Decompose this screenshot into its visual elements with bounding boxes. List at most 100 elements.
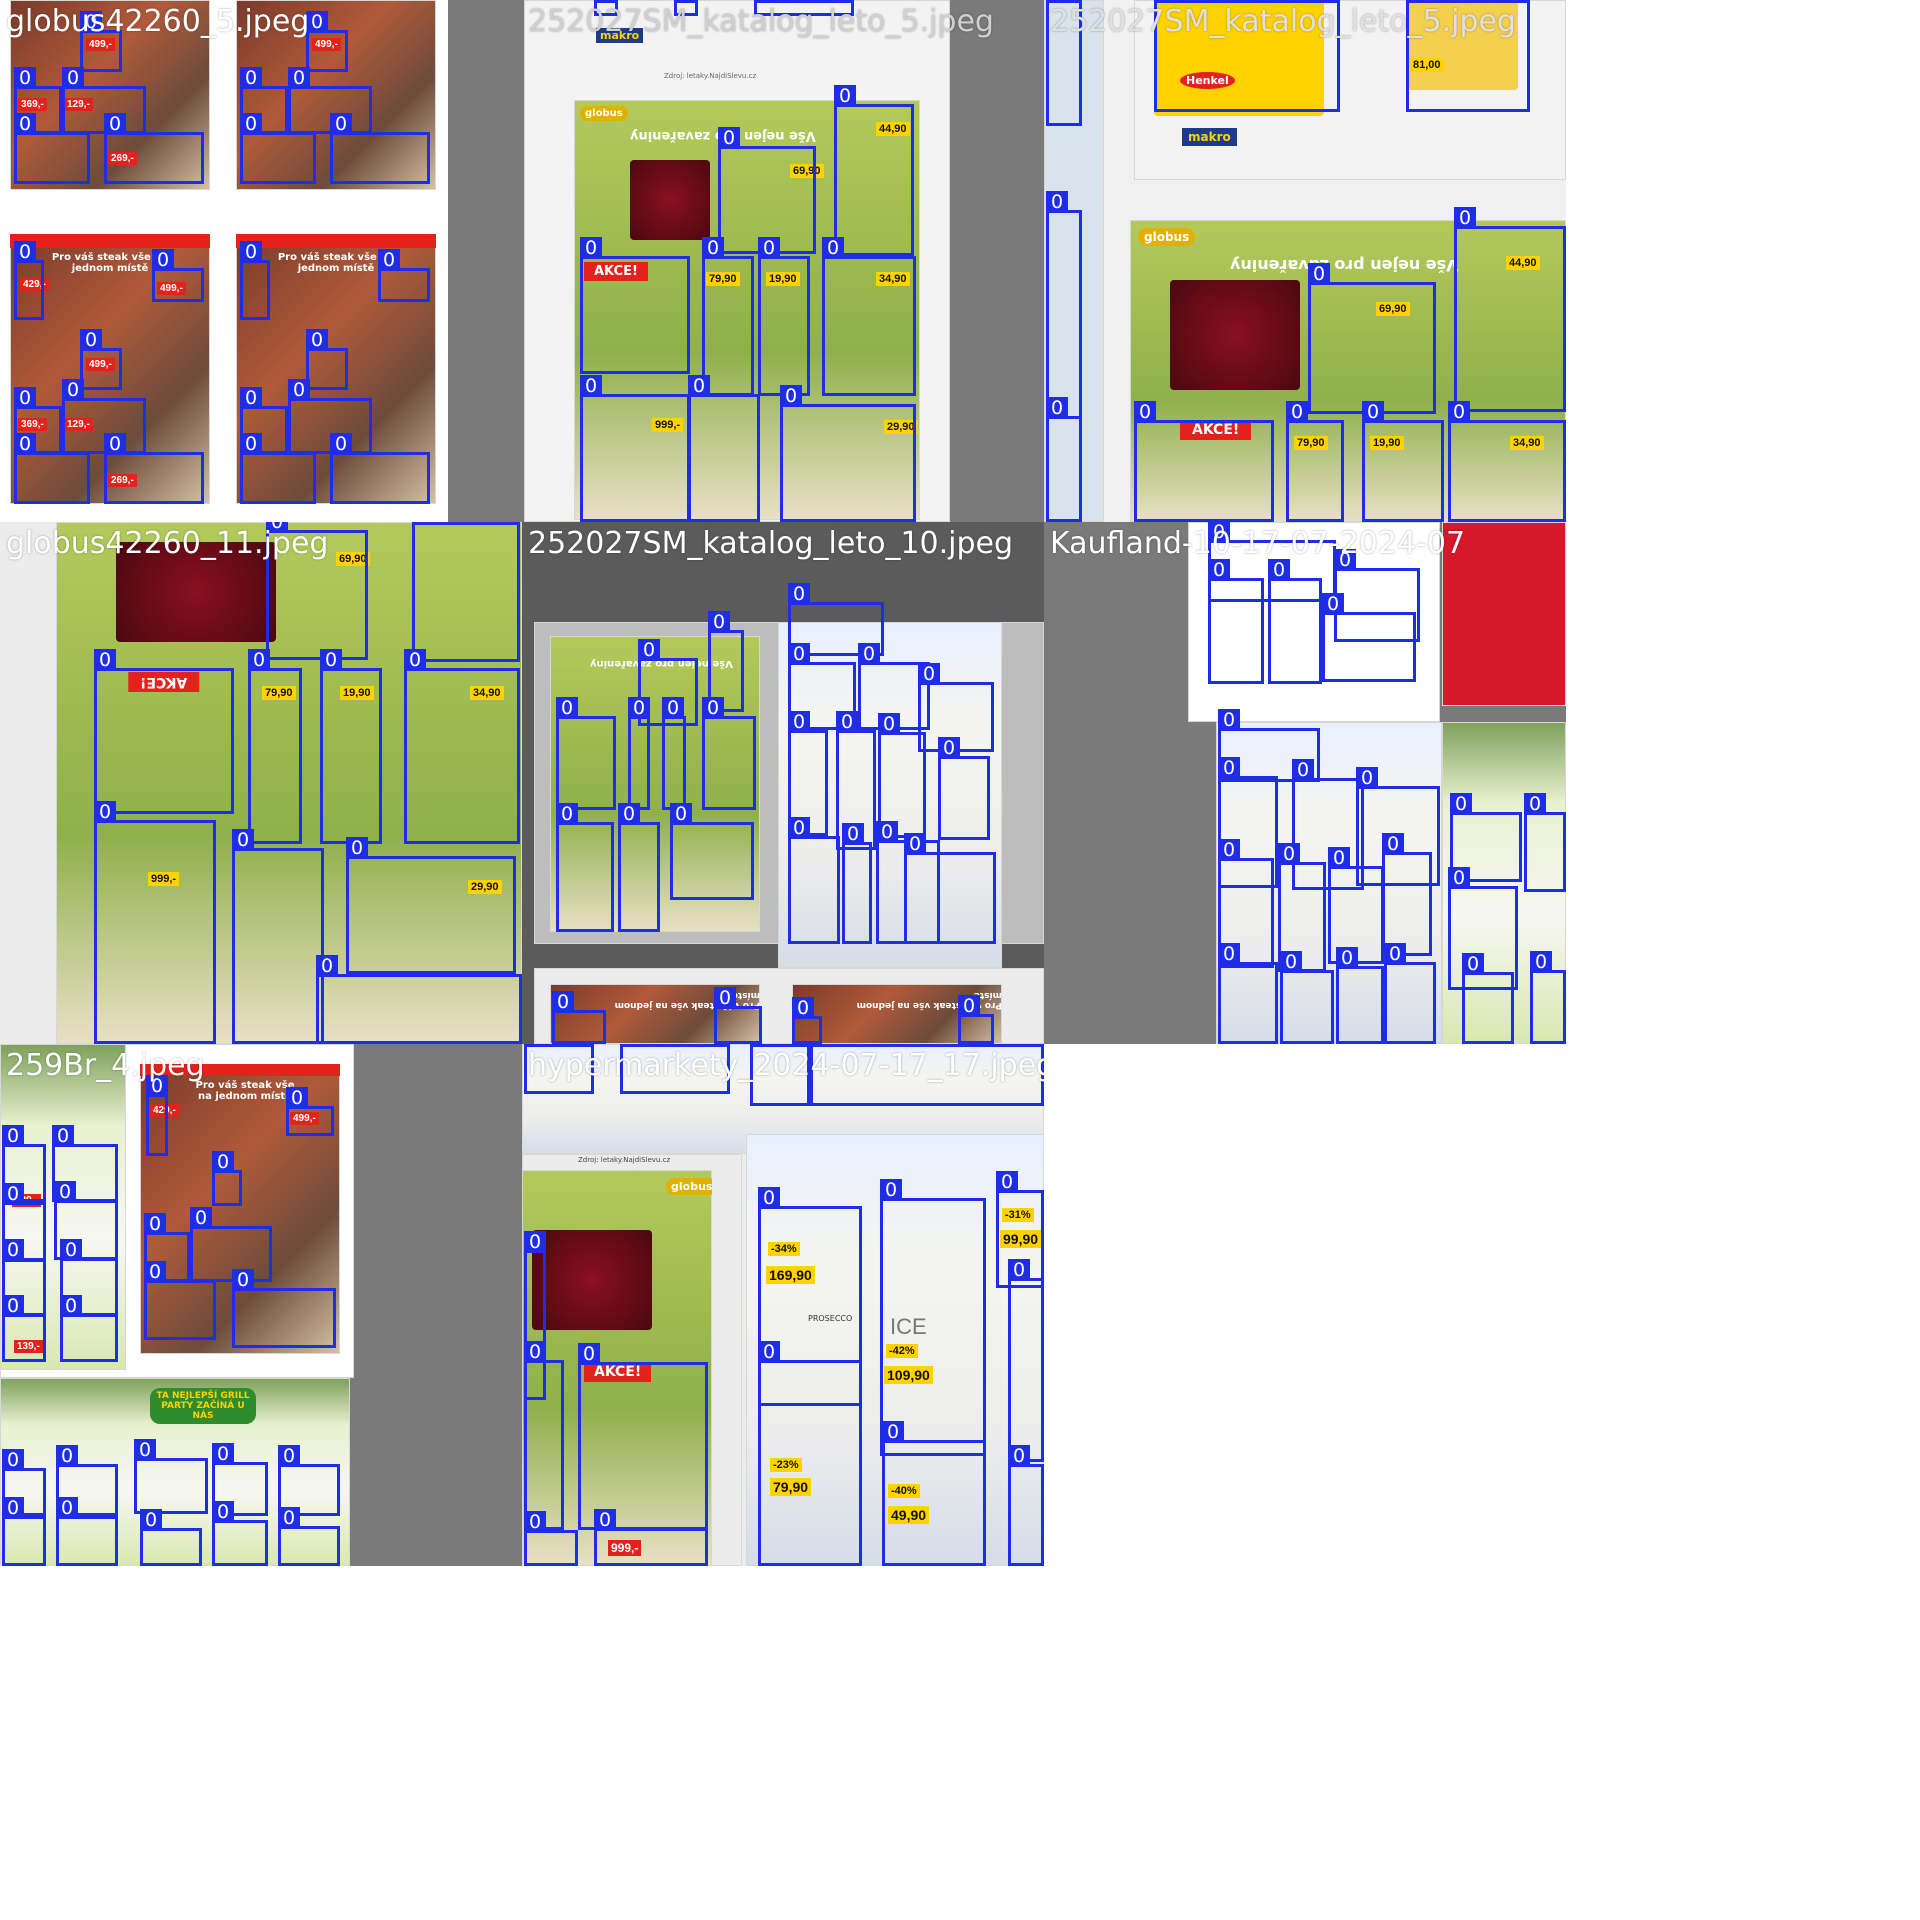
detection-box: 0 (134, 1439, 208, 1514)
detection-box: 0 (552, 991, 606, 1044)
detection-box: 0 (670, 803, 754, 900)
steak-headline: Pro váš steak vše na jednom místě (195, 1080, 295, 1102)
detection-box: 0 (524, 1511, 578, 1566)
detection-box: 0 (594, 0, 618, 16)
detection-box: 0 (306, 11, 348, 72)
detection-box: 0 (1322, 593, 1416, 682)
detection-box: 0 (212, 1151, 242, 1206)
detection-box: 0 (882, 1421, 986, 1566)
detection-box: 0 (320, 649, 382, 844)
detection-box: 0 (104, 433, 204, 504)
detection-box: 0 (580, 375, 690, 522)
globus-logo: globus (1138, 228, 1196, 246)
detection-box: 0 (1008, 1259, 1044, 1462)
detection-box: 0 (1454, 207, 1566, 412)
jam-jar-image (532, 1230, 652, 1330)
detection-box: 0 (1336, 947, 1384, 1044)
source-caption: Zdroj: letaky.NajdiSlevu.cz (664, 72, 757, 80)
detection-box: 0 (146, 1075, 168, 1156)
detection-box: 0 (822, 237, 916, 396)
detection-box: 0 (880, 1179, 986, 1456)
detection-box: 0 (1406, 0, 1530, 112)
detection-box: 0 (2, 1295, 46, 1362)
detection-box: 0 (316, 955, 522, 1044)
mosaic-tile: Henkel makro 81,00 globus Vše nejen pro … (1044, 0, 1566, 522)
detection-box: 0 (248, 649, 302, 844)
detection-box: 0 (714, 987, 762, 1044)
detection-box: 0 (212, 1501, 268, 1566)
mosaic-tile: Zdroj: letaky.NajdiSlevu.cz globus AKCE!… (522, 1044, 1044, 1566)
makro-logo: makro (596, 28, 644, 43)
detection-box: 0 (404, 649, 520, 844)
detection-box: 0 (330, 433, 430, 504)
detection-box: 0 (556, 803, 614, 932)
detection-box: 0 (232, 829, 324, 1044)
flyer-page (1442, 522, 1566, 706)
detection-box: 0 (1134, 401, 1274, 522)
detection-box: 0 (306, 329, 348, 390)
globus-logo: globus (580, 106, 628, 121)
detection-box: 0 (1362, 401, 1444, 522)
detection-box: 0 (702, 697, 756, 810)
detection-box: 0 (278, 1507, 340, 1566)
detection-box: 0 (140, 1509, 202, 1566)
detection-box: 0 (346, 837, 516, 974)
detection-box: 0 (842, 823, 872, 944)
detection-box: 0 (1046, 0, 1082, 126)
detection-box: 0 (788, 817, 840, 944)
detection-box: 0 (834, 85, 914, 256)
mosaic-tile: AKCE! 69,90 79,90 19,90 34,90 999,- 29,9… (0, 522, 522, 1044)
detection-box: 0 (190, 1207, 272, 1282)
detection-box: 0 (104, 113, 204, 184)
mosaic-tile: makro Zdroj: letaky.NajdiSlevu.cz globus… (522, 0, 1044, 522)
detection-box: 0 (958, 995, 994, 1044)
detection-box: 0 (1008, 1445, 1044, 1566)
jam-jar-image (630, 160, 710, 240)
detection-box: 0 (758, 237, 810, 396)
mosaic-tile: Pro váš steak vše na jednom místě Pro vá… (0, 0, 522, 522)
detection-box: 0 (60, 1295, 118, 1362)
detection-box: 0 (378, 249, 430, 302)
detection-box: 0 (1208, 559, 1264, 684)
detection-box: 0 (594, 1509, 708, 1566)
detection-box: 0 (620, 1044, 730, 1094)
detection-box: 0 (1382, 833, 1432, 956)
detection-box: 0 (628, 697, 650, 810)
detection-box: 0 (232, 1269, 336, 1348)
source-caption: Zdroj: letaky.NajdiSlevu.cz (578, 1156, 671, 1164)
detection-box: 0 (240, 241, 270, 320)
detection-box: 0 (1268, 559, 1322, 684)
detection-box: 0 (578, 1343, 708, 1530)
detection-box: 0 (618, 803, 660, 932)
grill-party-banner: TA NEJLEPŠÍ GRILL PARTY ZAČÍNÁ U NÁS (150, 1388, 256, 1424)
jam-jar-image (1170, 280, 1300, 390)
gray-margin (448, 0, 522, 522)
globus-logo: globus (666, 1178, 712, 1195)
detection-box: 0 (1530, 951, 1566, 1044)
makro-logo: makro (1182, 128, 1237, 146)
detection-box: 0 (1154, 0, 1340, 112)
detection-box: 0 (240, 113, 316, 184)
detection-box: 0 (14, 433, 90, 504)
detection-box: 0 (662, 697, 686, 810)
detection-box: 0 (14, 113, 90, 184)
jam-jar-image (116, 542, 276, 642)
detection-box: 0 (792, 997, 822, 1044)
detection-box: 0 (758, 1341, 862, 1566)
mosaic-tile: 0 0 0 0 0 0 0 0 0 0 0 0 0 0 0 0 0 0 0 0 … (1044, 522, 1566, 1044)
detection-box: 0 (1524, 793, 1566, 892)
detection-box: 0 (674, 0, 698, 16)
detection-box: 0 (14, 241, 44, 320)
detection-box: 0 (1286, 401, 1344, 522)
detection-box: 0 (810, 1044, 1044, 1106)
detection-box: 0 (1448, 401, 1566, 522)
jam-headline: Vše nejen pro zavařeniny (1230, 256, 1459, 275)
detection-box: 0 (80, 329, 122, 390)
detection-box: 0 (1218, 943, 1278, 1044)
detection-box: 0 (556, 697, 616, 810)
detection-box: 0 (56, 1497, 118, 1566)
detection-box: 0 (94, 649, 234, 814)
detection-box: 0 (2, 1497, 46, 1566)
detection-box: 0 (266, 522, 368, 660)
detection-box: 0 (1046, 397, 1082, 522)
